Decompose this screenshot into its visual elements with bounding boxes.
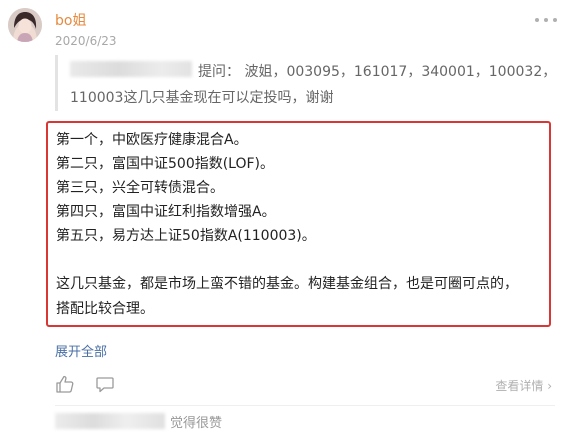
- expand-all-link[interactable]: 展开全部: [55, 341, 107, 360]
- reply-line: 第一个，中欧医疗健康混合A。: [56, 132, 248, 148]
- question-text: 提问： 波姐，003095，161017，340001，100032，: [198, 64, 557, 80]
- blurred-username: [70, 61, 192, 77]
- reply-line: 第二只，富国中证500指数(LOF)。: [56, 156, 275, 172]
- avatar[interactable]: [8, 8, 42, 42]
- reply-line: 第三只，兴全可转债混合。: [56, 180, 224, 196]
- author-name[interactable]: bo姐: [55, 10, 86, 30]
- reply-content: 第一个，中欧医疗健康混合A。 第二只，富国中证500指数(LOF)。 第三只，兴…: [46, 121, 551, 327]
- quoted-question: 提问： 波姐，003095，161017，340001，100032， 1100…: [55, 55, 557, 111]
- reply-line: 第五只，易方达上证50指数A(110003)。: [56, 228, 316, 244]
- like-summary: 觉得很赞: [170, 416, 223, 431]
- divider: [55, 405, 555, 406]
- comment-icon[interactable]: [95, 374, 115, 394]
- view-detail-link[interactable]: 查看详情 ›: [495, 377, 552, 394]
- comment-date: 2020/6/23: [55, 34, 117, 48]
- reply-line: 这几只基金，都是市场上蛮不错的基金。构建基金组合，也是可圈可点的，: [56, 276, 518, 292]
- reply-line: 第四只，富国中证红利指数增强A。: [56, 204, 276, 220]
- more-icon[interactable]: [535, 14, 557, 26]
- thumbs-up-icon[interactable]: [55, 374, 75, 394]
- reply-line: 搭配比较合理。: [56, 301, 154, 317]
- question-text-continued: 110003这几只基金现在可以定投吗，谢谢: [70, 90, 334, 106]
- blurred-likers: [55, 413, 165, 429]
